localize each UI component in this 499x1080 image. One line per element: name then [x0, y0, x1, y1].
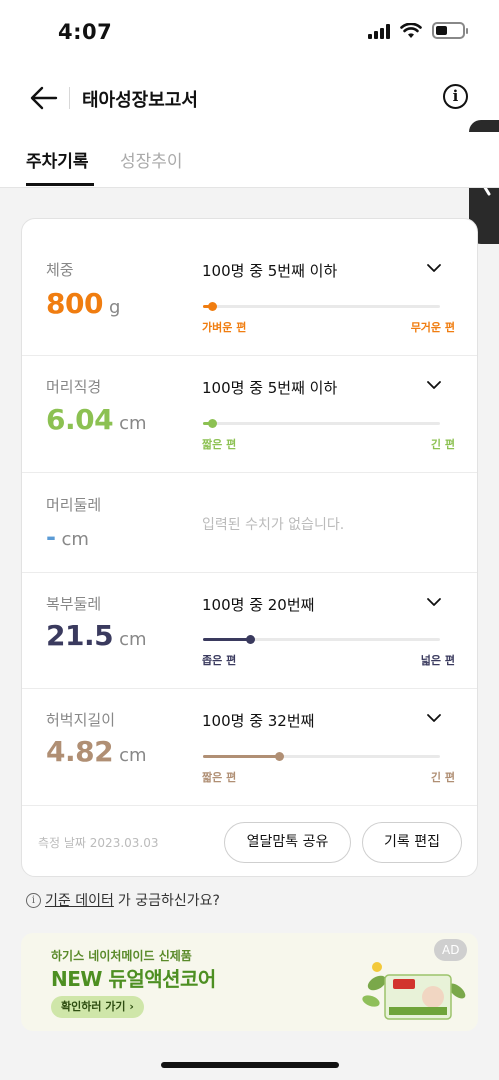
- rank-text: 100명 중 20번째: [202, 596, 315, 614]
- battery-icon: [432, 22, 468, 39]
- rank-text: 100명 중 32번째: [202, 712, 315, 730]
- info-icon[interactable]: i: [443, 84, 468, 109]
- rank-text: 100명 중 5번째 이하: [202, 262, 338, 280]
- tab-weekly-record[interactable]: 주차기록: [26, 147, 89, 172]
- status-time: 4:07: [58, 20, 113, 44]
- chevron-down-icon[interactable]: [424, 375, 444, 395]
- chevron-right-icon: ›: [129, 1000, 134, 1013]
- chevron-down-icon[interactable]: [424, 258, 444, 278]
- wifi-icon: [400, 22, 422, 38]
- range-high-label: 긴 편: [430, 771, 455, 784]
- app-header: 태아성장보고서 i: [0, 62, 499, 244]
- percentile-marker: [274, 752, 284, 761]
- range-low-label: 짧은 편: [202, 438, 237, 451]
- tab-bar: 주차기록 성장추이: [0, 132, 499, 188]
- percentile-track: [203, 419, 440, 428]
- percentile-marker: [246, 635, 256, 644]
- active-tab-indicator: [26, 183, 94, 186]
- card-footer: 측정 날짜 2023.03.03 열달맘톡 공유 기록 편집: [22, 806, 477, 876]
- ad-title: NEW 듀얼액션코어: [51, 967, 216, 991]
- diaper-package-icon: [362, 962, 466, 1020]
- measurement-label: 허벅지길이: [46, 711, 116, 729]
- reference-data-help: i 기준 데이터 가 궁금하신가요?: [26, 890, 220, 910]
- help-suffix: 가 궁금하신가요?: [117, 893, 220, 909]
- measurement-value: 800 g: [46, 287, 121, 320]
- percentile-track: [203, 752, 440, 761]
- measurement-value: - cm: [46, 523, 89, 551]
- empty-value-message: 입력된 수치가 없습니다.: [202, 517, 345, 533]
- range-high-label: 무거운 편: [410, 321, 455, 334]
- range-high-label: 긴 편: [430, 438, 455, 451]
- back-arrow-icon[interactable]: [28, 82, 60, 114]
- chevron-down-icon[interactable]: [424, 708, 444, 728]
- measurement-date: 측정 날짜 2023.03.03: [38, 836, 159, 850]
- measurement-label: 체중: [46, 261, 74, 279]
- measurement-label: 머리직경: [46, 378, 102, 396]
- info-icon: i: [26, 892, 41, 908]
- cellular-signal-icon: [368, 23, 390, 39]
- percentile-track: [203, 302, 440, 311]
- range-low-label: 좁은 편: [202, 654, 237, 667]
- measurement-label: 머리둘레: [46, 496, 102, 514]
- percentile-marker: [208, 302, 218, 311]
- percentile-marker: [208, 419, 218, 428]
- range-low-label: 가벼운 편: [202, 321, 247, 334]
- measurement-row-abdominal-circumference: 복부둘레 21.5 cm 100명 중 20번째 좁은 편 넓은 편: [22, 573, 477, 689]
- page-title: 태아성장보고서: [82, 90, 198, 111]
- rank-text: 100명 중 5번째 이하: [202, 379, 338, 397]
- measurement-row-head-diameter: 머리직경 6.04 cm 100명 중 5번째 이하 짧은 편 긴 편: [22, 356, 477, 473]
- measurement-row-weight: 체중 800 g 100명 중 5번째 이하 가벼운 편 무거운 편: [22, 219, 477, 356]
- share-button[interactable]: 열달맘톡 공유: [224, 822, 351, 863]
- measurement-value: 21.5 cm: [46, 619, 147, 652]
- measurement-row-head-circumference: 머리둘레 - cm 입력된 수치가 없습니다.: [22, 473, 477, 573]
- header-divider: [69, 87, 70, 109]
- ad-banner[interactable]: 하기스 네이처메이드 신제품 NEW 듀얼액션코어 확인하러 가기 › AD: [21, 933, 478, 1031]
- measurement-label: 복부둘레: [46, 595, 102, 613]
- reference-data-link[interactable]: 기준 데이터: [45, 890, 114, 910]
- edit-record-button[interactable]: 기록 편집: [362, 822, 462, 863]
- chevron-down-icon[interactable]: [424, 592, 444, 612]
- measurement-value: 6.04 cm: [46, 403, 147, 436]
- measurement-row-femur-length: 허벅지길이 4.82 cm 100명 중 32번째 짧은 편 긴 편: [22, 689, 477, 806]
- measurement-value: 4.82 cm: [46, 735, 147, 768]
- ad-cta-button[interactable]: 확인하러 가기 ›: [51, 996, 144, 1018]
- percentile-fill: [203, 638, 251, 641]
- measurement-card: 체중 800 g 100명 중 5번째 이하 가벼운 편 무거운 편 머리직경 6…: [21, 218, 478, 877]
- range-high-label: 넓은 편: [420, 654, 455, 667]
- tab-growth-trend[interactable]: 성장추이: [120, 147, 183, 172]
- percentile-fill: [203, 755, 279, 758]
- percentile-track: [203, 635, 440, 644]
- home-indicator: [161, 1062, 339, 1068]
- range-low-label: 짧은 편: [202, 771, 237, 784]
- status-bar: 4:07: [0, 0, 499, 62]
- ad-subtitle: 하기스 네이처메이드 신제품: [51, 949, 192, 963]
- ad-badge: AD: [434, 939, 468, 961]
